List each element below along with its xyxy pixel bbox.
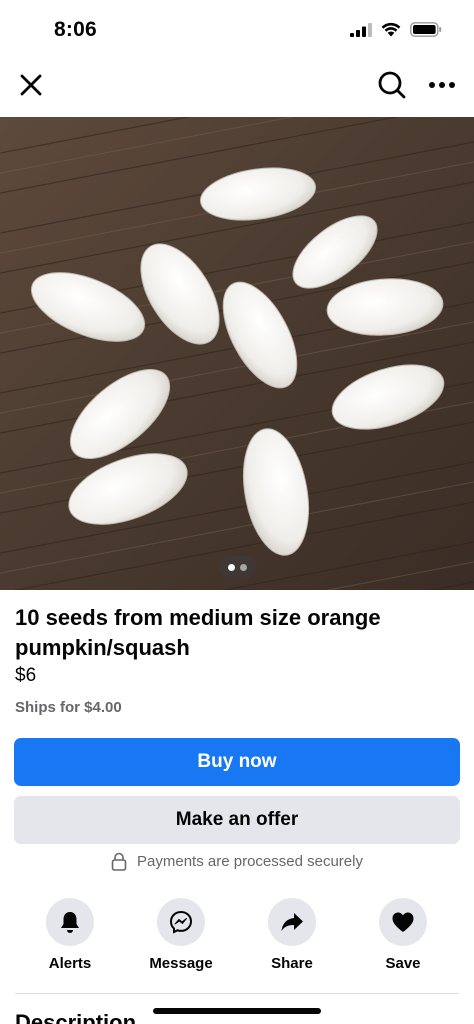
share-circle xyxy=(268,898,316,946)
save-label: Save xyxy=(385,955,421,972)
top-bar xyxy=(0,62,474,112)
make-offer-button[interactable]: Make an offer xyxy=(14,796,460,844)
close-icon xyxy=(20,74,42,96)
listing-price: $6 xyxy=(15,665,37,686)
heart-icon xyxy=(392,912,414,932)
pager-dot-active xyxy=(227,563,235,571)
listing-photo[interactable] xyxy=(0,117,474,590)
alerts-button[interactable]: Alerts xyxy=(25,898,115,972)
battery-icon xyxy=(410,22,442,37)
bell-icon xyxy=(61,912,79,933)
status-icons xyxy=(350,22,442,37)
save-circle xyxy=(379,898,427,946)
search-button[interactable] xyxy=(374,67,410,103)
share-icon xyxy=(281,913,303,931)
lock-icon xyxy=(111,852,127,871)
shipping-info: Ships for $4.00 xyxy=(15,699,122,716)
share-label: Share xyxy=(271,955,313,972)
action-row: Alerts Message Share Save xyxy=(0,898,474,978)
signal-icon xyxy=(350,22,372,37)
description-heading: Description xyxy=(15,1010,137,1024)
section-divider xyxy=(15,993,459,994)
listing-title: 10 seeds from medium size orange pumpkin… xyxy=(15,605,381,660)
share-button[interactable]: Share xyxy=(247,898,337,972)
pager-dot xyxy=(239,563,247,571)
save-button[interactable]: Save xyxy=(358,898,448,972)
secure-payments-text: Payments are processed securely xyxy=(137,853,363,870)
message-circle xyxy=(157,898,205,946)
status-bar: 8:06 xyxy=(0,0,474,60)
alerts-circle xyxy=(46,898,94,946)
photo-pager xyxy=(219,556,255,578)
search-icon xyxy=(378,71,406,99)
buy-now-button[interactable]: Buy now xyxy=(14,738,460,786)
home-indicator[interactable] xyxy=(153,1008,321,1014)
message-button[interactable]: Message xyxy=(136,898,226,972)
message-label: Message xyxy=(149,955,213,972)
wifi-icon xyxy=(381,22,401,37)
more-icon xyxy=(429,82,455,88)
messenger-icon xyxy=(169,910,193,934)
close-button[interactable] xyxy=(14,68,48,102)
more-options-button[interactable] xyxy=(424,67,460,103)
status-time: 8:06 xyxy=(54,18,97,41)
alerts-label: Alerts xyxy=(48,955,92,972)
secure-payments-note: Payments are processed securely xyxy=(0,852,474,871)
